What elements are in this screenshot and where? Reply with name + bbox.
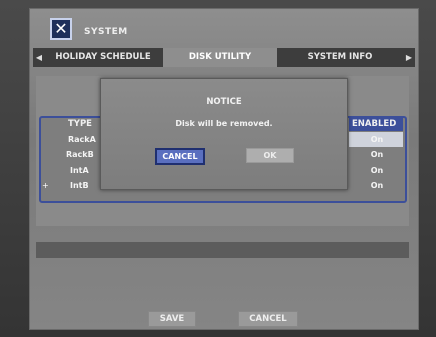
tab-holiday-schedule[interactable]: HOLIDAY SCHEDULE [47,48,159,67]
screen: ✕ SYSTEM ◀ HOLIDAY SCHEDULE DISK UTILITY… [0,0,436,337]
table-row-type[interactable]: RackB [66,150,94,159]
dialog-title: NOTICE [206,97,242,107]
tab-scroll-left-icon[interactable]: ◀ [33,48,45,67]
dialog-cancel-button[interactable]: CANCEL [155,148,205,165]
dialog-message: Disk will be removed. [175,119,273,128]
table-row-enabled[interactable]: On [353,150,401,159]
tab-scroll-right-icon[interactable]: ▶ [403,48,415,67]
table-row-type[interactable]: IntA [70,166,89,175]
status-bar [36,242,409,258]
tab-bar: ◀ HOLIDAY SCHEDULE DISK UTILITY SYSTEM I… [33,48,415,67]
column-header-enabled: ENABLED [352,119,397,129]
page-title: SYSTEM [84,27,128,37]
notice-dialog: NOTICE Disk will be removed. CANCEL OK [100,78,348,190]
table-row-enabled[interactable]: On [353,135,401,144]
dialog-ok-button[interactable]: OK [246,148,294,163]
table-row-type[interactable]: IntB [70,181,89,190]
tools-icon: ✕ [50,18,72,40]
row-marker-icon: + [42,181,49,190]
table-row-enabled[interactable]: On [353,166,401,175]
column-header-type: TYPE [68,119,92,129]
table-row-type[interactable]: RackA [68,135,96,144]
save-button[interactable]: SAVE [148,311,196,327]
cancel-button[interactable]: CANCEL [238,311,298,327]
tab-system-info[interactable]: SYSTEM INFO [281,48,399,67]
tab-disk-utility[interactable]: DISK UTILITY [163,48,277,67]
table-row-enabled[interactable]: On [353,181,401,190]
